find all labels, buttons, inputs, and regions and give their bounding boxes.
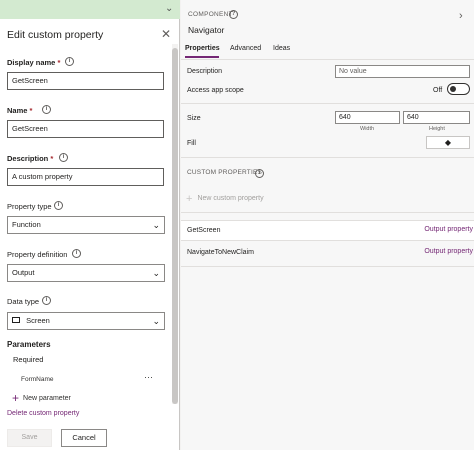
chevron-down-icon: ⌄ [152, 316, 160, 326]
info-icon[interactable]: i [65, 57, 74, 66]
chevron-right-icon[interactable]: › [459, 10, 463, 22]
custom-property-type: Output property [424, 248, 473, 255]
paint-bucket-icon: ◆ [444, 138, 452, 147]
divider [181, 266, 474, 267]
chevron-down-icon: ⌄ [152, 220, 160, 230]
info-icon[interactable]: i [72, 249, 81, 258]
required-group-label: Required [13, 355, 44, 364]
custom-property-row-getscreen[interactable]: GetScreen Output property [181, 220, 474, 241]
info-icon[interactable]: i [255, 169, 264, 178]
new-parameter-button[interactable]: + New parameter [12, 391, 71, 405]
more-options-icon[interactable]: ··· [144, 372, 153, 382]
height-caption: Height [429, 126, 445, 132]
property-type-label: Property type [7, 202, 52, 211]
panel-title: Edit custom property [7, 29, 104, 41]
tab-ideas[interactable]: Ideas [273, 45, 290, 52]
tab-advanced[interactable]: Advanced [230, 45, 261, 52]
data-type-dropdown[interactable]: Screen ⌄ [7, 312, 165, 330]
property-type-dropdown[interactable]: Function ⌄ [7, 216, 165, 234]
close-icon[interactable]: ✕ [161, 27, 171, 41]
toggle-state-label: Off [433, 87, 443, 94]
data-type-label: Data type [7, 297, 40, 306]
plus-icon: + [186, 193, 193, 205]
new-custom-property-label: New custom property [197, 195, 264, 202]
description-property-input[interactable]: No value [335, 65, 470, 78]
scrollbar-thumb[interactable] [172, 48, 178, 404]
info-icon[interactable]: i [42, 105, 51, 114]
description-property-label: Description [187, 68, 223, 75]
display-name-input[interactable]: GetScreen [7, 72, 164, 90]
component-section-label: COMPONENT [188, 11, 233, 18]
tab-properties[interactable]: Properties [185, 45, 220, 52]
data-type-value: Screen [26, 316, 50, 325]
custom-property-row-navigatetonewclaim[interactable]: NavigateToNewClaim Output property [181, 243, 474, 264]
custom-property-name: GetScreen [187, 227, 221, 234]
property-definition-label: Property definition [7, 250, 68, 259]
chevron-down-icon[interactable]: ⌄ [165, 3, 173, 14]
height-input[interactable]: 640 [403, 111, 470, 124]
width-caption: Width [360, 126, 375, 132]
parameter-item[interactable]: FormName [21, 376, 54, 383]
info-icon[interactable]: i [59, 153, 68, 162]
component-name: Navigator [188, 25, 225, 35]
description-input[interactable]: A custom property [7, 168, 164, 186]
fill-color-button[interactable]: ◆ [426, 136, 470, 149]
scrollbar[interactable] [172, 44, 178, 404]
new-custom-property-button[interactable]: + New custom property [186, 193, 264, 205]
property-type-value: Function [12, 220, 41, 229]
property-definition-dropdown[interactable]: Output ⌄ [7, 264, 165, 282]
delete-custom-property-link[interactable]: Delete custom property [7, 410, 79, 417]
divider [181, 212, 474, 213]
name-label: Name * [7, 106, 33, 115]
display-name-label: Display name * [7, 58, 61, 67]
custom-property-type: Output property [424, 226, 473, 233]
parameters-heading: Parameters [7, 340, 51, 349]
size-label: Size [187, 115, 201, 122]
info-icon[interactable]: i [42, 296, 51, 305]
active-tab-indicator [185, 56, 219, 58]
new-parameter-label: New parameter [23, 395, 71, 402]
fill-label: Fill [187, 140, 196, 147]
screen-icon [12, 317, 20, 323]
divider [181, 59, 474, 60]
info-icon[interactable]: i [54, 201, 63, 210]
plus-icon: + [12, 391, 20, 405]
toggle-knob [450, 86, 456, 92]
custom-properties-heading: CUSTOM PROPERTIES [187, 169, 263, 176]
panel-header-strip: ⌄ [0, 0, 180, 19]
custom-property-name: NavigateToNewClaim [187, 249, 254, 256]
description-label: Description * [7, 154, 54, 163]
save-button[interactable]: Save [7, 429, 52, 447]
chevron-down-icon: ⌄ [152, 268, 160, 278]
edit-custom-property-panel: ⌄ Edit custom property ✕ Display name * … [0, 0, 180, 450]
property-definition-value: Output [12, 268, 35, 277]
name-input[interactable]: GetScreen [7, 120, 164, 138]
cancel-button[interactable]: Cancel [61, 429, 107, 447]
divider [181, 157, 474, 158]
help-icon[interactable]: ? [229, 10, 238, 19]
divider [181, 103, 474, 104]
component-properties-pane: COMPONENT ? Navigator › Properties Advan… [181, 0, 474, 450]
access-app-scope-toggle[interactable] [447, 83, 470, 95]
width-input[interactable]: 640 [335, 111, 400, 124]
access-app-scope-label: Access app scope [187, 87, 244, 94]
